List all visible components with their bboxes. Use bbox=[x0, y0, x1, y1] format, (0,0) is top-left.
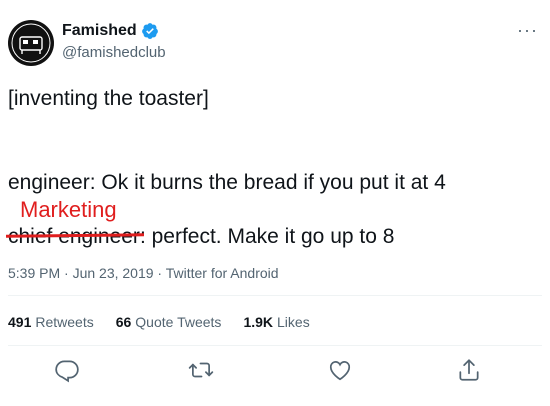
more-options-icon[interactable]: ··· bbox=[517, 20, 538, 41]
reply-button[interactable] bbox=[54, 357, 80, 383]
tweet-meta[interactable]: 5:39 PM · Jun 23, 2019 · Twitter for And… bbox=[8, 265, 279, 281]
retweet-icon bbox=[188, 362, 214, 378]
tweet-line-1: [inventing the toaster] bbox=[8, 87, 209, 110]
author-name[interactable]: Famished bbox=[62, 22, 137, 40]
stat-label: Retweets bbox=[35, 314, 94, 330]
like-icon bbox=[329, 361, 351, 381]
retweets-stat[interactable]: 491 Retweets bbox=[8, 314, 94, 330]
likes-stat[interactable]: 1.9K Likes bbox=[243, 314, 309, 330]
stat-label: Likes bbox=[277, 314, 310, 330]
divider bbox=[8, 295, 542, 296]
action-bar bbox=[0, 357, 550, 385]
tweet-line-3: chief engineer : perfect. Make it go up … bbox=[5, 225, 395, 249]
reply-icon bbox=[55, 360, 79, 383]
retweet-button[interactable] bbox=[188, 357, 214, 383]
like-button[interactable] bbox=[327, 357, 353, 383]
avatar[interactable] bbox=[8, 20, 54, 66]
famished-club-logo-icon bbox=[11, 23, 51, 63]
author-handle[interactable]: @famishedclub bbox=[62, 44, 166, 61]
share-button[interactable] bbox=[456, 357, 482, 383]
divider bbox=[8, 345, 542, 346]
struck-text: chief engineer bbox=[5, 225, 144, 249]
tweet-line-2: engineer: Ok it burns the bread if you p… bbox=[8, 171, 446, 194]
quote-tweets-stat[interactable]: 66 Quote Tweets bbox=[116, 314, 222, 330]
author-name-row[interactable]: Famished bbox=[62, 22, 159, 40]
tweet-line-3-rest: : perfect. Make it go up to 8 bbox=[139, 225, 395, 248]
stat-number: 66 bbox=[115, 314, 132, 330]
verified-badge-icon bbox=[141, 23, 158, 39]
stat-number: 491 bbox=[8, 314, 32, 330]
stat-number: 1.9K bbox=[243, 314, 274, 330]
handwritten-annotation: Marketing bbox=[20, 197, 117, 222]
share-icon bbox=[459, 359, 479, 381]
tweet-stats: 491 Retweets 66 Quote Tweets 1.9K Likes bbox=[8, 314, 310, 330]
stat-label: Quote Tweets bbox=[135, 314, 222, 330]
